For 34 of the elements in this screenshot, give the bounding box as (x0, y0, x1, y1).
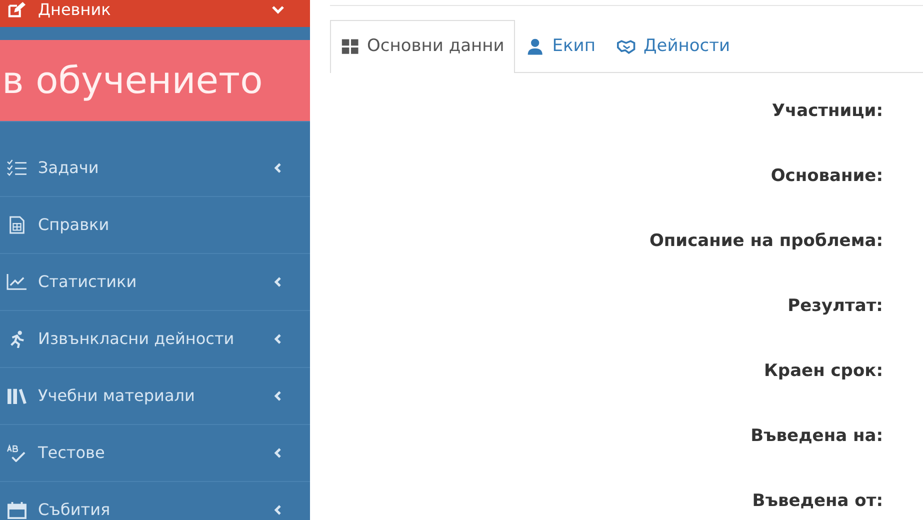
banner-text: в обучението (2, 58, 263, 104)
field-label: Въведена на: (750, 425, 883, 448)
calendar-icon (6, 501, 28, 519)
field-label: Описание на проблема: (649, 230, 883, 253)
chevron-down-icon (272, 4, 284, 16)
grid-icon (341, 38, 361, 56)
line-chart-icon (6, 273, 28, 291)
sidebar-item[interactable]: Задачи (0, 140, 310, 197)
sidebar-item[interactable]: Извънкласни дейности (0, 311, 310, 368)
chevron-left-icon (272, 333, 284, 345)
chevron-left-icon (272, 276, 284, 288)
chevron-left-icon (272, 504, 284, 516)
tab[interactable]: Основни данни (330, 20, 516, 73)
sidebar-item[interactable]: Статистики (0, 254, 310, 311)
sidebar-item[interactable]: Справки (0, 197, 310, 254)
sidebar-item[interactable]: Дневник (0, 0, 310, 27)
chevron-left-icon (272, 447, 284, 459)
field-label: Основание: (770, 165, 883, 188)
edit-icon (6, 0, 28, 18)
sidebar-item[interactable]: Събития (0, 482, 310, 520)
field-label: Участници: (772, 100, 883, 123)
tab[interactable]: Екип (515, 20, 606, 72)
sidebar-item[interactable]: Учебни материали (0, 368, 310, 425)
tab[interactable]: Дейности (606, 20, 742, 72)
chevron-left-icon (272, 162, 284, 174)
chevron-left-icon (272, 390, 284, 402)
handshake-icon (617, 38, 638, 56)
books-icon (6, 387, 28, 405)
field-label: Резултат: (788, 295, 883, 318)
sidebar-item[interactable]: Тестове (0, 425, 310, 482)
spellcheck-icon (6, 444, 28, 462)
field-label: Въведена от: (752, 490, 883, 513)
checklist-icon (6, 159, 28, 177)
field-label: Краен срок: (764, 360, 883, 383)
